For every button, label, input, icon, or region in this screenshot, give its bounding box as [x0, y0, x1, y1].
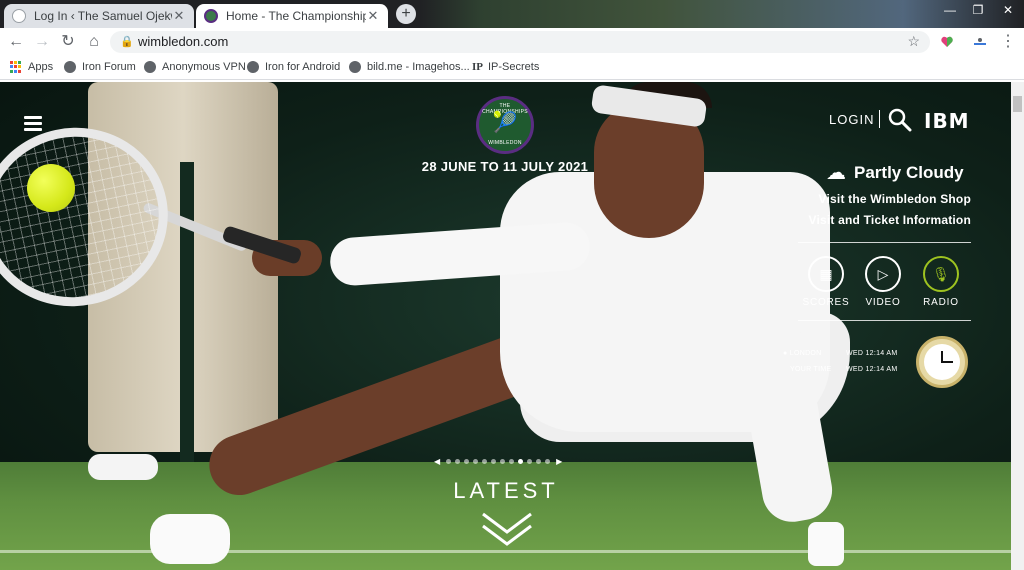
- tab-samuel-ojekwe-blog[interactable]: Log In ‹ The Samuel Ojekwe Blog ✕: [4, 4, 194, 28]
- carousel-prev-icon[interactable]: ◀: [434, 457, 440, 466]
- your-time-value: WED 12:14 AM: [846, 366, 898, 373]
- reload-icon[interactable]: ↻: [58, 32, 78, 52]
- tab-title: Log In ‹ The Samuel Ojekwe Blog: [34, 9, 172, 23]
- weather-widget[interactable]: ☁ Partly Cloudy: [826, 160, 964, 185]
- hamburger-menu-icon[interactable]: [24, 116, 42, 134]
- bookmark-label: IP-Secrets: [488, 61, 540, 73]
- crossed-racquets-icon: 🎾: [492, 112, 518, 134]
- bookmark-star-icon[interactable]: ☆: [907, 33, 920, 50]
- london-time: WED 12:14 AM: [846, 350, 898, 357]
- minimize-button[interactable]: —: [936, 0, 964, 20]
- globe-icon: [144, 61, 156, 73]
- bookmark-apps[interactable]: Apps: [10, 61, 53, 73]
- tabstrip-background: [420, 0, 1024, 28]
- browser-tab-strip: Log In ‹ The Samuel Ojekwe Blog ✕ Home -…: [0, 0, 1024, 28]
- tab-title: Home - The Championships, Wimbledon: [226, 9, 366, 23]
- back-arrow-icon[interactable]: ←: [6, 32, 26, 52]
- bookmark-label: Iron for Android: [265, 61, 341, 73]
- carousel-indicator[interactable]: ◀ ▶: [430, 457, 566, 466]
- header-divider: [879, 110, 880, 128]
- new-tab-button[interactable]: +: [396, 4, 416, 24]
- globe-icon: [247, 61, 259, 73]
- search-icon[interactable]: [888, 108, 912, 132]
- carousel-dot[interactable]: [482, 459, 488, 464]
- carousel-dot[interactable]: [509, 459, 515, 464]
- wimbledon-shop-link[interactable]: Visit the Wimbledon Shop: [819, 192, 971, 206]
- browser-toolbar: ← → ↻ ⌂ 🔒 wimbledon.com ☆ ⋮: [0, 28, 1024, 56]
- bookmark-label: Anonymous VPN: [162, 61, 246, 73]
- wimbledon-favicon-icon: [204, 9, 218, 23]
- chevron-down-icon[interactable]: [481, 510, 533, 550]
- url-text: wimbledon.com: [138, 34, 229, 49]
- carousel-dot[interactable]: [464, 459, 470, 464]
- london-label: ● LONDON: [783, 350, 822, 357]
- player-shoe: [150, 514, 230, 564]
- close-tab-icon[interactable]: ✕: [172, 8, 186, 24]
- video-button[interactable]: ▷ VIDEO: [853, 256, 913, 308]
- carousel-dot[interactable]: [545, 459, 551, 464]
- carousel-dot[interactable]: [473, 459, 479, 464]
- globe-icon: [64, 61, 76, 73]
- bookmark-iron-forum[interactable]: Iron Forum: [64, 61, 136, 73]
- tennis-ball: [27, 164, 75, 212]
- logo-bottom-text: WIMBLEDON: [488, 140, 522, 146]
- hero-image: THE CHAMPIONSHIPS 🎾 WIMBLEDON 28 JUNE TO…: [0, 82, 1011, 570]
- bookmarks-bar: Apps Iron Forum Anonymous VPN Iron for A…: [0, 56, 1024, 80]
- carousel-dot[interactable]: [518, 459, 524, 464]
- divider: [798, 320, 971, 321]
- scores-button[interactable]: ▦ SCORES: [796, 256, 856, 308]
- ticket-information-link[interactable]: Visit and Ticket Information: [808, 213, 971, 227]
- play-icon: ▷: [865, 256, 901, 292]
- address-bar[interactable]: 🔒 wimbledon.com ☆: [110, 31, 930, 53]
- bookmark-anonymous-vpn[interactable]: Anonymous VPN: [144, 61, 246, 73]
- scrollbar-thumb[interactable]: [1013, 96, 1022, 112]
- close-tab-icon[interactable]: ✕: [366, 8, 380, 24]
- carousel-dot[interactable]: [446, 459, 452, 464]
- bookmark-label: Iron Forum: [82, 61, 136, 73]
- bookmark-label: Apps: [28, 61, 54, 73]
- latest-heading[interactable]: LATEST: [406, 478, 606, 504]
- blog-favicon-icon: [12, 9, 26, 23]
- globe-icon: [349, 61, 361, 73]
- carousel-next-icon[interactable]: ▶: [556, 457, 562, 466]
- bookmark-iron-for-android[interactable]: Iron for Android: [247, 61, 340, 73]
- bookmark-bild-me[interactable]: bild.me - Imagehos...: [349, 61, 470, 73]
- carousel-dot[interactable]: [527, 459, 533, 464]
- weather-text: Partly Cloudy: [854, 162, 964, 182]
- login-link[interactable]: LOGIN: [829, 112, 874, 127]
- rolex-clock-icon: [916, 336, 968, 388]
- home-icon[interactable]: ⌂: [84, 32, 104, 52]
- video-label: VIDEO: [865, 297, 901, 308]
- radio-button[interactable]: 🎙 RADIO: [911, 256, 971, 308]
- bookmark-ip-secrets[interactable]: IP IP-Secrets: [472, 61, 539, 73]
- player-wristband: [808, 522, 844, 566]
- radio-label: RADIO: [923, 297, 959, 308]
- carousel-dot[interactable]: [536, 459, 542, 464]
- microphone-icon: 🎙: [923, 256, 959, 292]
- carousel-dot[interactable]: [491, 459, 497, 464]
- partly-cloudy-icon: ☁: [826, 162, 846, 184]
- maximize-button[interactable]: ❐: [964, 0, 992, 20]
- divider: [798, 242, 971, 243]
- apps-grid-icon: [10, 61, 22, 73]
- scores-label: SCORES: [802, 297, 850, 308]
- ip-icon: IP: [472, 61, 483, 73]
- browser-menu-icon[interactable]: ⋮: [998, 32, 1018, 52]
- lock-icon: 🔒: [120, 36, 134, 48]
- london-city: LONDON: [789, 350, 822, 357]
- carousel-dot[interactable]: [500, 459, 506, 464]
- ibm-logo[interactable]: IBM: [924, 109, 970, 133]
- extension-heart-icon[interactable]: [940, 35, 954, 49]
- extension-profile-icon[interactable]: [972, 35, 986, 49]
- wimbledon-logo[interactable]: THE CHAMPIONSHIPS 🎾 WIMBLEDON: [476, 96, 534, 154]
- forward-arrow-icon[interactable]: →: [32, 32, 52, 52]
- tab-wimbledon-home[interactable]: Home - The Championships, Wimbledon ✕: [196, 4, 388, 28]
- your-time-label: YOUR TIME: [790, 366, 832, 373]
- page-scrollbar[interactable]: [1011, 82, 1024, 570]
- bookmark-label: bild.me - Imagehos...: [367, 61, 470, 73]
- tournament-dates: 28 JUNE TO 11 JULY 2021: [421, 159, 589, 174]
- scores-grid-icon: ▦: [808, 256, 844, 292]
- carousel-dot[interactable]: [455, 459, 461, 464]
- close-window-button[interactable]: ✕: [994, 0, 1022, 20]
